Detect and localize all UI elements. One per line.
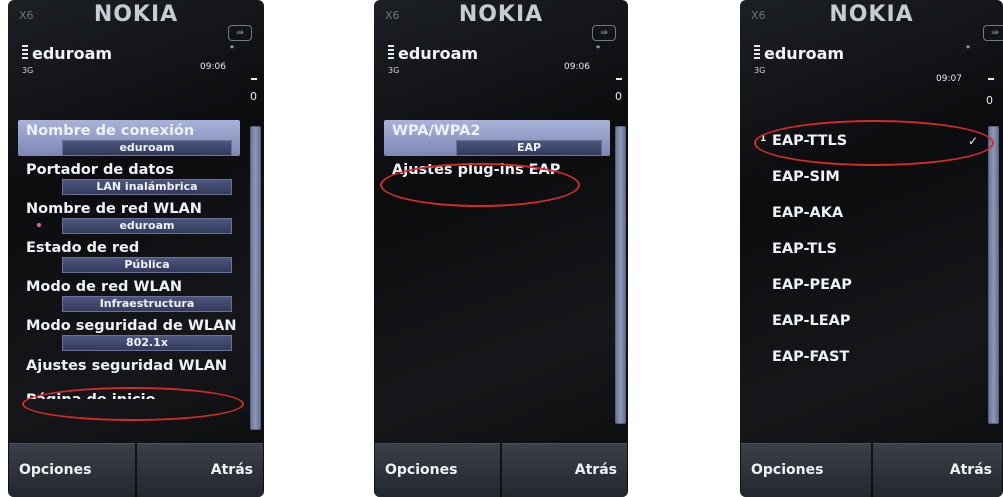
bluetooth-star-icon: * (596, 44, 600, 53)
softkey-bar: Opciones Atrás (8, 443, 264, 497)
annotation-oval (380, 163, 580, 207)
phone-screen-eap-plugins: X6 NOKIA ⇛ eduroam 3G * 09:07 0 1 EAP-TT… (740, 0, 1003, 497)
item-label: EAP-FAST (772, 349, 850, 365)
scrollbar[interactable] (250, 126, 261, 430)
list-item[interactable]: EAP-LEAP (760, 308, 990, 344)
item-label: Nombre de red WLAN (26, 201, 202, 217)
list-item[interactable]: Modo seguridad de WLAN 802.1x (18, 315, 240, 351)
battery-icon: 0 (615, 90, 622, 103)
item-label: EAP-TLS (772, 241, 837, 257)
item-value: EAP (456, 140, 602, 156)
list-item[interactable]: EAP-PEAP (760, 272, 990, 308)
phone-screen-connection-settings: X6 NOKIA ⇛ eduroam 3G * 09:06 0 Nombre d… (8, 0, 264, 497)
page-title: eduroam (388, 44, 478, 63)
marker-dot-icon (37, 223, 41, 227)
item-value: Infraestructura (62, 296, 232, 312)
signal-bars-icon (22, 45, 28, 61)
arrow-key-icon[interactable]: ⇛ (228, 25, 252, 41)
clock: 09:06 (564, 62, 590, 72)
network-type-indicator: 3G (754, 66, 766, 75)
list-item[interactable]: Modo de red WLAN Infraestructura (18, 276, 240, 312)
item-label: Estado de red (26, 240, 140, 256)
bluetooth-star-icon: * (966, 44, 970, 53)
page-title: eduroam (22, 44, 112, 63)
list-item-security-settings[interactable]: Ajustes seguridad WLAN (18, 355, 240, 375)
list-item[interactable]: EAP-SIM (760, 164, 990, 200)
item-label: Portador de datos (26, 162, 174, 178)
list-item[interactable]: Nombre de red WLAN eduroam (18, 198, 240, 234)
list-item[interactable]: EAP-TLS (760, 236, 990, 272)
item-label: Ajustes seguridad WLAN (26, 358, 228, 374)
clock: 09:06 (200, 62, 226, 72)
item-label: Modo seguridad de WLAN (26, 318, 237, 334)
list-item[interactable]: Nombre de conexión eduroam (18, 120, 240, 156)
options-button[interactable]: Opciones (741, 443, 871, 497)
item-label: WPA/WPA2 (392, 123, 481, 139)
item-value: Pública (62, 257, 232, 273)
item-label: EAP-PEAP (772, 277, 852, 293)
softkey-bar: Opciones Atrás (740, 443, 1003, 497)
brand-logo: NOKIA (93, 2, 179, 27)
back-button[interactable]: Atrás (137, 443, 263, 497)
item-value: eduroam (37, 218, 232, 234)
item-label: Modo de red WLAN (26, 279, 183, 295)
item-label: Nombre de conexión (26, 123, 195, 139)
options-button[interactable]: Opciones (375, 443, 500, 497)
softkey-bar: Opciones Atrás (374, 443, 628, 497)
network-type-indicator: 3G (22, 66, 34, 75)
back-button[interactable]: Atrás (872, 443, 1002, 497)
network-type-indicator: 3G (388, 66, 400, 75)
battery-cap-icon (988, 78, 994, 80)
item-value: LAN inalámbrica (62, 179, 232, 195)
back-button[interactable]: Atrás (502, 443, 627, 497)
list-item[interactable]: Estado de red Pública (18, 237, 240, 273)
item-label: EAP-LEAP (772, 313, 851, 329)
list-item[interactable]: EAP-AKA (760, 200, 990, 236)
signal-bars-icon (754, 45, 760, 61)
battery-cap-icon (616, 78, 622, 80)
scrollbar[interactable] (988, 126, 999, 424)
clock: 09:07 (936, 74, 962, 84)
item-label: EAP-SIM (772, 169, 840, 185)
arrow-key-icon[interactable]: ⇛ (983, 25, 1003, 41)
annotation-oval (754, 120, 994, 166)
signal-bars-icon (388, 45, 394, 61)
options-button[interactable]: Opciones (9, 443, 135, 497)
bluetooth-star-icon: * (230, 44, 234, 53)
page-title: eduroam (754, 44, 844, 63)
phone-screen-wpa-settings: X6 NOKIA ⇛ eduroam 3G * 09:06 0 WPA/WPA2… (374, 0, 628, 497)
annotation-oval (22, 387, 244, 421)
list-item[interactable]: Portador de datos LAN inalámbrica (18, 159, 240, 195)
arrow-key-icon[interactable]: ⇛ (592, 25, 616, 41)
list-item[interactable]: WPA/WPA2 EAP (384, 120, 610, 156)
item-value: 802.1x (62, 335, 232, 351)
brand-logo: NOKIA (829, 2, 914, 27)
battery-icon: 0 (250, 90, 257, 103)
battery-icon: 0 (986, 94, 993, 107)
battery-cap-icon (251, 78, 257, 80)
settings-list: Nombre de conexión eduroam Portador de d… (18, 120, 240, 399)
list-item[interactable]: EAP-FAST (760, 344, 990, 380)
scrollbar[interactable] (615, 126, 626, 424)
item-label: EAP-AKA (772, 205, 844, 221)
brand-logo: NOKIA (458, 2, 544, 27)
item-value: eduroam (62, 140, 232, 156)
